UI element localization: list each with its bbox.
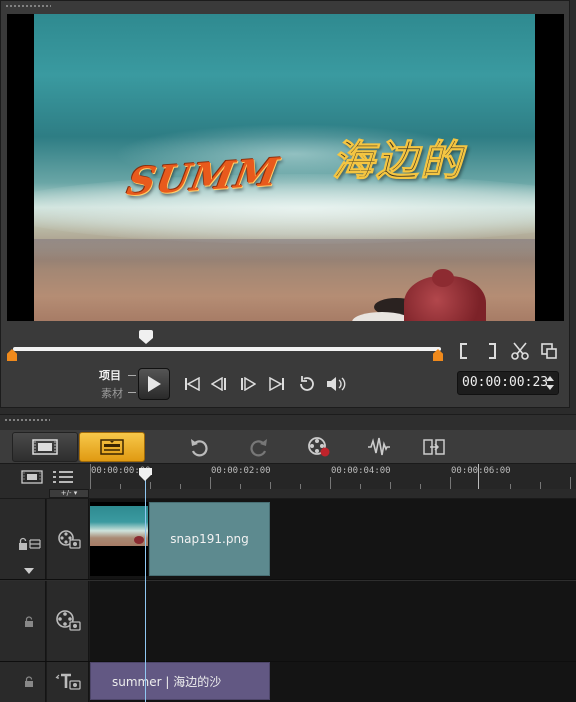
clip-mode-label[interactable]: 素材 — [101, 385, 123, 401]
timeline-view-icon — [100, 439, 124, 455]
lock-icon[interactable] — [24, 616, 34, 628]
next-frame-button[interactable] — [237, 373, 259, 395]
skip-start-icon — [185, 377, 200, 391]
play-button[interactable] — [138, 368, 170, 400]
overlay-track-icon[interactable] — [55, 609, 81, 631]
timeline-playhead[interactable] — [139, 468, 152, 481]
enlarge-preview-icon[interactable] — [539, 341, 559, 361]
timeline-toolbar — [0, 430, 576, 464]
image-clip[interactable]: snap191.png — [149, 502, 270, 576]
panel-grip[interactable] — [5, 4, 51, 8]
lock-ripple-icon[interactable] — [18, 537, 42, 551]
title-clip[interactable]: summer | 海边的沙 — [90, 662, 270, 700]
record-capture-button[interactable] — [305, 434, 333, 460]
time-ruler[interactable]: 00:00:00:00 00:00:02:00 00:00:04:00 00:0… — [90, 464, 576, 489]
audio-wave-icon — [368, 437, 390, 456]
scissors-icon[interactable] — [510, 341, 530, 361]
overlay-track — [0, 581, 576, 662]
step-forward-icon — [241, 377, 256, 391]
panel-grip[interactable] — [4, 418, 50, 422]
timeline-view-button[interactable] — [79, 432, 145, 462]
auto-music-button[interactable] — [420, 434, 448, 460]
title-track-icon[interactable] — [55, 672, 81, 690]
title-clip-text: summer | 海边的沙 — [112, 675, 222, 689]
video-clip-thumbnail[interactable] — [90, 502, 148, 576]
previous-frame-button[interactable] — [208, 373, 230, 395]
skip-end-icon — [269, 377, 284, 391]
auto-music-icon — [423, 439, 445, 455]
timecode-value: 00:00:00:23 — [462, 375, 549, 390]
zoom-control[interactable]: +/- ▾ — [49, 489, 89, 498]
step-back-icon — [211, 377, 226, 391]
scrub-handle[interactable] — [139, 330, 153, 344]
timeline-playhead-line — [145, 471, 146, 702]
mark-in-icon[interactable] — [455, 341, 473, 361]
chapter-list-icon[interactable] — [52, 470, 74, 484]
timecode-spinner-icon[interactable] — [545, 375, 555, 391]
repeat-icon — [300, 376, 314, 391]
repeat-button[interactable] — [295, 372, 319, 396]
ruler-label: 00:00:04:00 — [331, 466, 391, 476]
expand-arrow-icon[interactable] — [23, 567, 35, 575]
speaker-icon — [327, 377, 346, 391]
video-track: snap191.png — [0, 499, 576, 580]
clip-name: snap191.png — [170, 532, 249, 546]
film-reel-icon — [308, 437, 330, 457]
video-track-icon[interactable] — [57, 529, 81, 549]
sound-mixer-button[interactable] — [365, 434, 393, 460]
volume-button[interactable] — [324, 372, 348, 396]
mark-out-icon[interactable] — [483, 341, 501, 361]
preview-window: SUMM 海边的 — [7, 14, 564, 321]
undo-icon — [191, 439, 208, 457]
redo-icon — [250, 439, 267, 457]
title-track: summer | 海边的沙 — [0, 662, 576, 702]
track-manager-icon[interactable] — [21, 470, 43, 484]
project-mode-label[interactable]: 项目 — [99, 367, 121, 383]
ruler-label: 00:00:02:00 — [211, 466, 271, 476]
preview-frame-image: SUMM 海边的 — [34, 14, 535, 321]
preview-panel: SUMM 海边的 项目 素材 00:00:00:23 — [0, 0, 570, 408]
redo-button[interactable] — [245, 434, 273, 460]
lock-icon[interactable] — [24, 676, 34, 688]
timecode-field[interactable]: 00:00:00:23 — [457, 371, 559, 395]
scrub-bar[interactable] — [13, 347, 441, 351]
overlay-title-chinese: 海边的 — [331, 136, 465, 186]
storyboard-view-button[interactable] — [12, 432, 78, 462]
ruler-area: +/- ▾ 00:00:00:00 00:00:02:00 00:00:04:0… — [0, 464, 576, 499]
play-icon — [148, 376, 161, 392]
timeline-panel: +/- ▾ 00:00:00:00 00:00:02:00 00:00:04:0… — [0, 414, 576, 702]
go-to-start-button[interactable] — [181, 373, 203, 395]
filmstrip-icon — [32, 439, 58, 455]
undo-button[interactable] — [185, 434, 213, 460]
ruler-label: 00:00:06:00 — [451, 466, 511, 476]
go-to-end-button[interactable] — [266, 373, 288, 395]
